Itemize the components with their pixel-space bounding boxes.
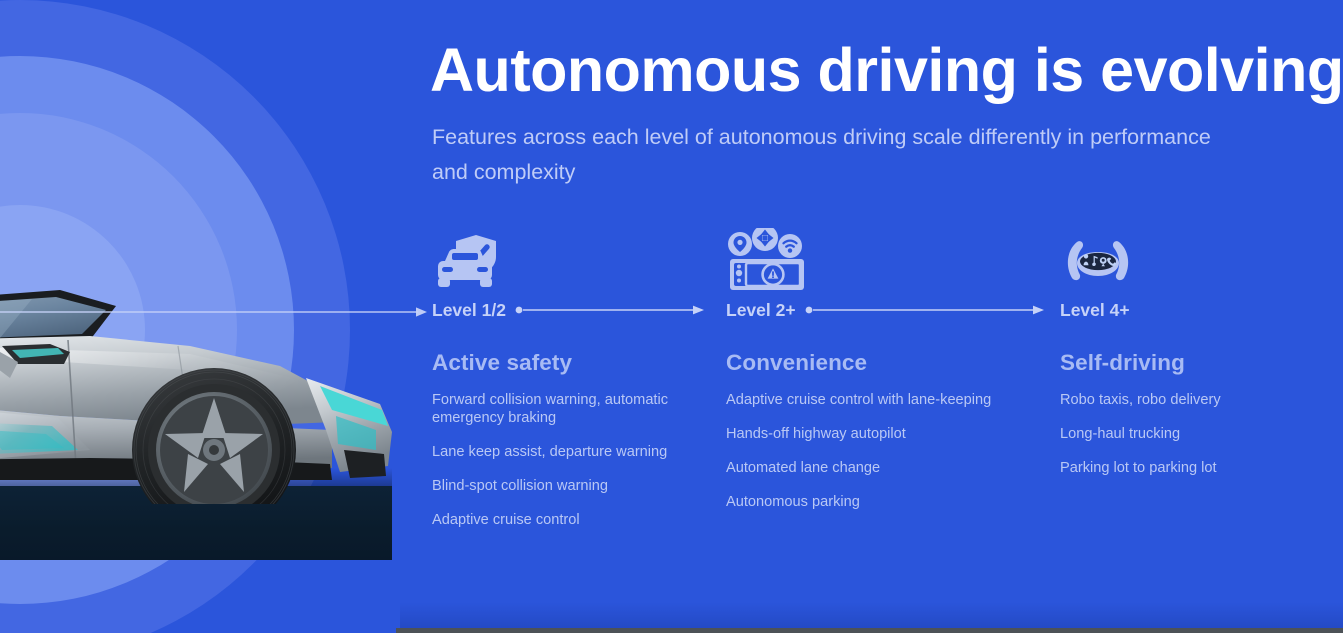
list-item: Parking lot to parking lot xyxy=(1060,460,1217,476)
level-row-1: Level 1/2 xyxy=(432,296,722,324)
column-list-2: Adaptive cruise control with lane-keepin… xyxy=(726,391,1056,511)
column-heading-2: Convenience xyxy=(726,350,868,375)
car-body xyxy=(0,254,410,504)
level-label-3: Level 4+ xyxy=(1060,299,1130,320)
content-area: Autonomous driving is evolving Features … xyxy=(430,0,1343,633)
list-item: Hands-off highway autopilot xyxy=(726,426,906,442)
column-heading-1: Active safety xyxy=(432,350,573,375)
list-item: Robo taxis, robo delivery xyxy=(1060,392,1221,408)
level-column-convenience: Level 2+ Convenience Adaptive cruise con… xyxy=(726,222,1056,527)
list-item: Blind-spot collision warning xyxy=(432,478,609,494)
list-item: Autonomous parking xyxy=(726,494,860,510)
list-item: Adaptive cruise control xyxy=(432,512,580,528)
level-label-1: Level 1/2 xyxy=(432,299,506,320)
steering-wheel-icon xyxy=(1061,222,1340,290)
level-column-self-driving: Level 4+ Self-driving Robo taxis, robo d… xyxy=(1060,222,1340,493)
connector-arrow-2 xyxy=(805,304,1056,316)
progression-arrow-long xyxy=(0,305,428,319)
car-shield-check-icon xyxy=(436,222,722,290)
level-column-active-safety: Level 1/2 Active safety Forward collisio… xyxy=(432,222,722,545)
dashboard-display-warning-icon xyxy=(726,222,1056,290)
slide-autonomous-driving: Autonomous driving is evolving Features … xyxy=(0,0,1343,633)
connector-arrow-1 xyxy=(515,304,722,316)
level-row-2: Level 2+ xyxy=(726,296,1056,324)
list-item: Automated lane change xyxy=(726,460,881,476)
column-list-1: Forward collision warning, automatic eme… xyxy=(432,391,722,529)
column-list-3: Robo taxis, robo delivery Long-haul truc… xyxy=(1060,391,1340,477)
list-item: Lane keep assist, departure warning xyxy=(432,444,668,460)
list-item: Long-haul trucking xyxy=(1060,426,1181,442)
page-title: Autonomous driving is evolving xyxy=(430,36,1343,104)
concept-car-illustration xyxy=(0,236,402,560)
list-item: Forward collision warning, automatic eme… xyxy=(432,392,669,426)
bottom-strip xyxy=(396,628,1343,633)
level-row-3: Level 4+ xyxy=(1060,296,1340,324)
level-label-2: Level 2+ xyxy=(726,299,796,320)
page-subtitle: Features across each level of autonomous… xyxy=(432,125,1211,184)
list-item: Adaptive cruise control with lane-keepin… xyxy=(726,392,992,408)
column-heading-3: Self-driving xyxy=(1060,350,1185,375)
